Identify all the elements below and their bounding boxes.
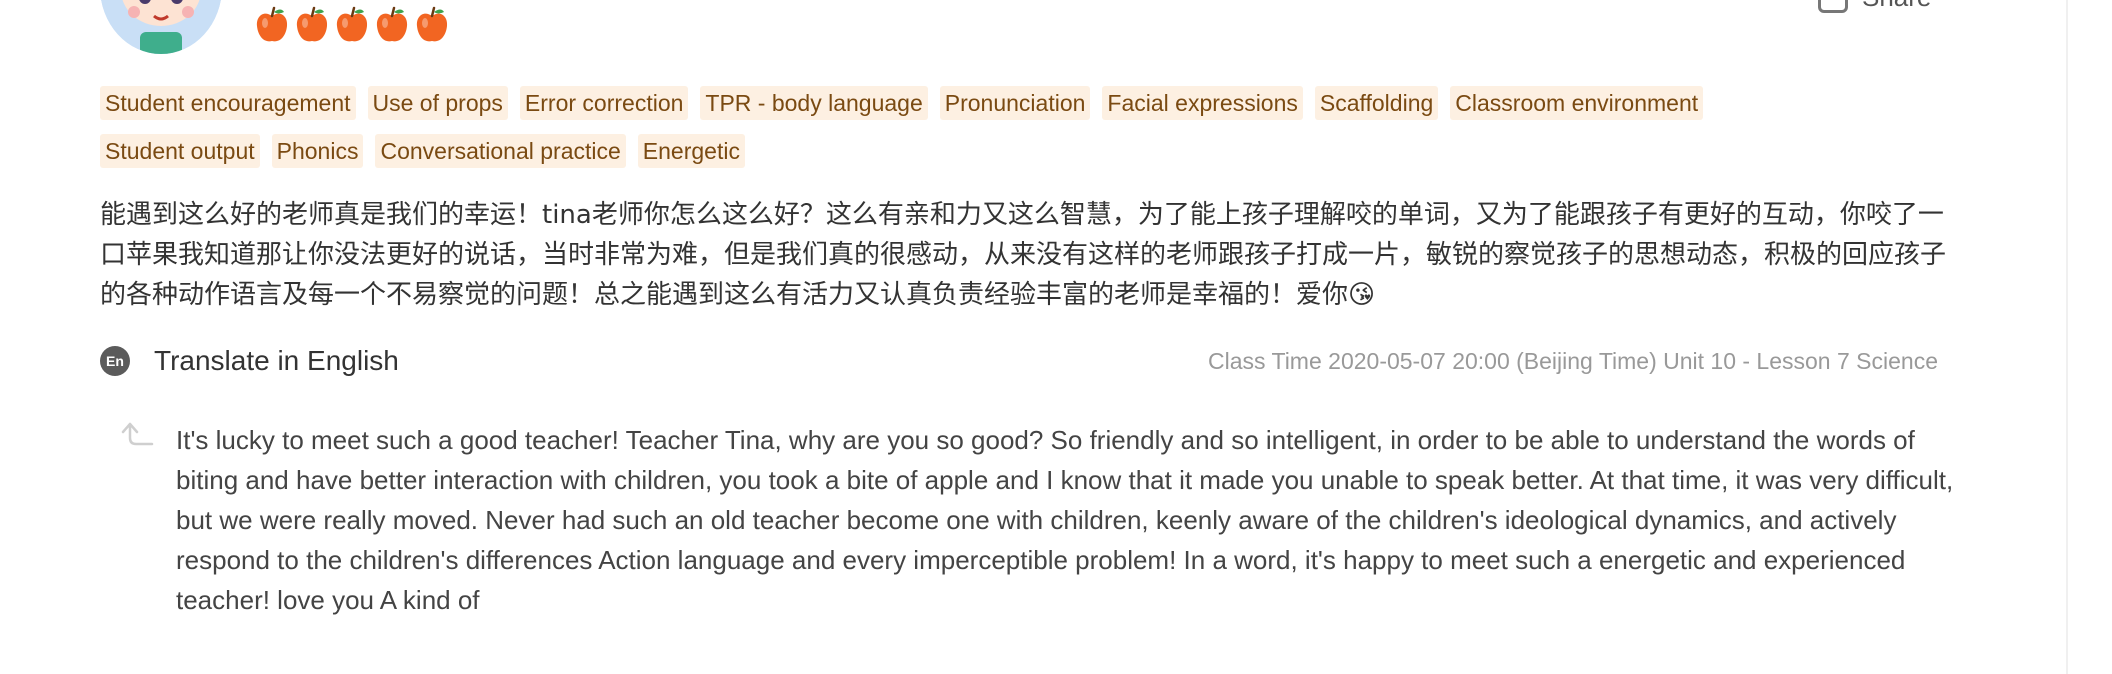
class-time-info: Class Time 2020-05-07 20:00 (Beijing Tim… [1208,348,1938,374]
tag-row: Student encouragement Use of props Error… [100,86,1900,120]
tag: Error correction [519,86,689,120]
apple-icon [296,6,328,42]
tag: Student encouragement [100,86,356,120]
page-divider [2066,0,2068,674]
apple-icon [336,6,368,42]
tag: TPR - body language [700,86,928,120]
language-icon: En [100,346,130,376]
apple-icon [256,6,288,42]
tag: Facial expressions [1102,86,1303,120]
share-label: Share [1862,0,1931,13]
review-text: 能遇到这么好的老师真是我们的幸运！tina老师你怎么这么好？这么有亲和力又这么智… [100,200,1947,310]
rating [254,6,450,44]
translate-button[interactable]: En Translate in English [100,345,399,377]
reply-arrow-icon [121,422,154,446]
translated-text: It's lucky to meet such a good teacher! … [176,425,1954,615]
translate-label: Translate in English [154,345,399,376]
tag: Use of props [367,86,508,120]
share-button[interactable]: Share [1818,0,1931,13]
tag: Student output [100,134,260,168]
avatar-illustration [100,0,222,54]
avatar [100,0,222,54]
share-icon [1818,0,1848,13]
tag: Scaffolding [1314,86,1439,120]
tag: Energetic [637,134,745,168]
apple-icon [416,6,448,42]
tag: Classroom environment [1450,86,1704,120]
tag: Phonics [271,134,364,168]
tag-row: Student output Phonics Conversational pr… [100,134,1900,168]
apple-icon [376,6,408,42]
tag-list: Student encouragement Use of props Error… [100,86,1900,182]
tag: Pronunciation [939,86,1091,120]
tag: Conversational practice [375,134,626,168]
